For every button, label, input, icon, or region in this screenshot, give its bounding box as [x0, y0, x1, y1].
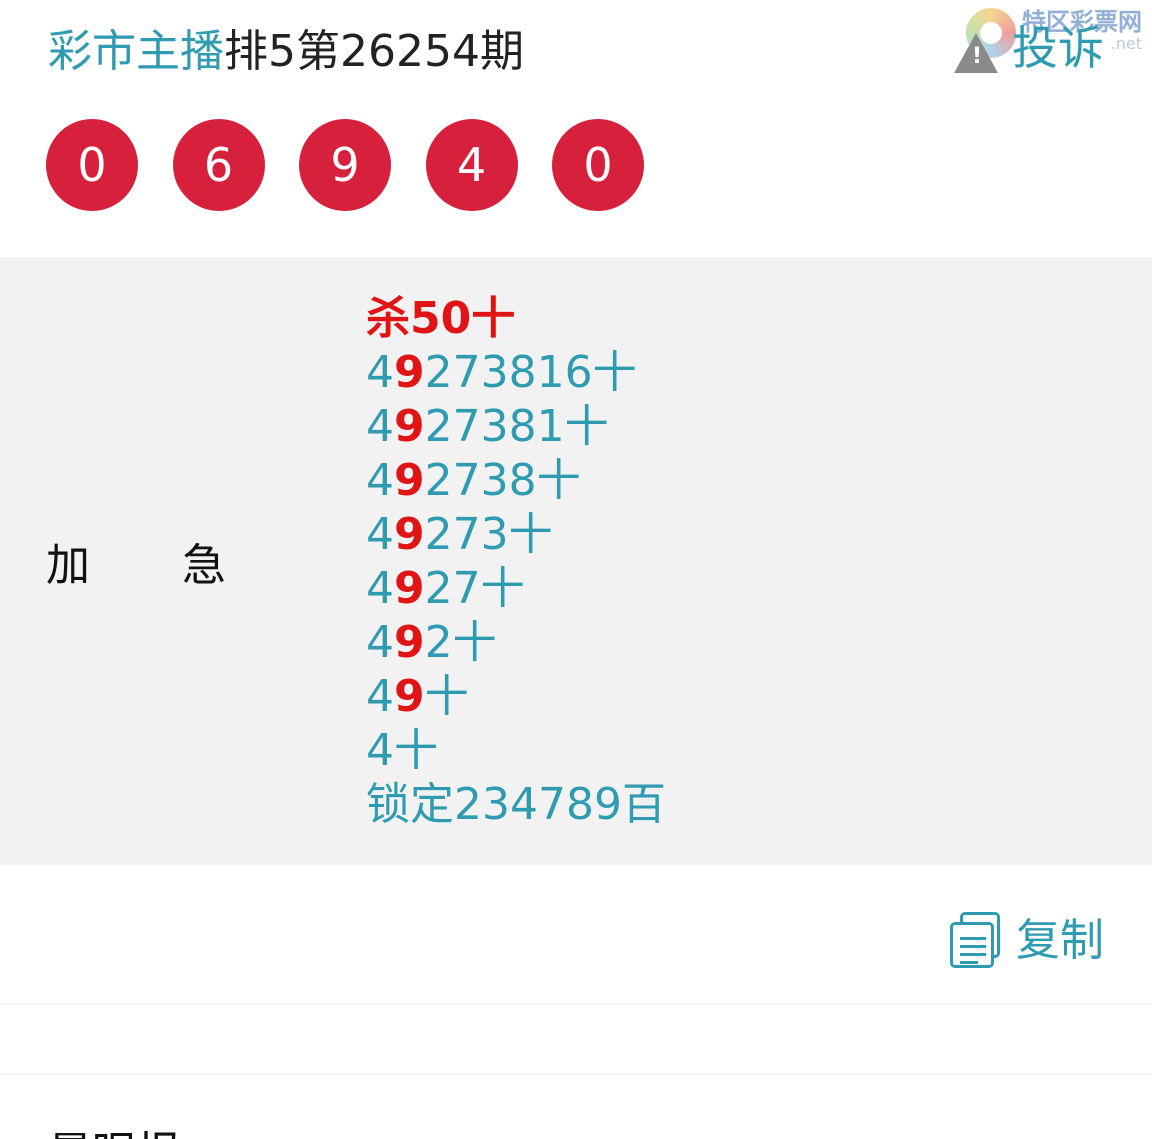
prediction-line: 49273十 [366, 508, 666, 562]
divider [0, 1003, 1152, 1005]
post-header: 彩市主播排5第26254期 [48, 22, 524, 82]
kill-line: 杀50十 [366, 293, 516, 344]
result-ball: 9 [299, 119, 391, 211]
line-rest: 273十 [424, 509, 553, 560]
prediction-line: 492738十 [366, 454, 666, 508]
prediction-line: 49十 [366, 670, 666, 724]
prediction-line: 492十 [366, 616, 666, 670]
line-digit: 4 [366, 401, 394, 452]
warning-glyph: ! [972, 44, 983, 69]
issue-title: 排5第26254期 [224, 26, 524, 77]
line-digit: 4 [366, 509, 394, 560]
line-rest: 27十 [424, 563, 525, 614]
line-digit: 4 [366, 455, 394, 506]
line-digit: 4 [366, 563, 394, 614]
line-highlight: 9 [394, 347, 425, 398]
prediction-line: 4927381十 [366, 400, 666, 454]
next-section-title: 晨眠报 [48, 1124, 180, 1139]
panel-label: 加 急 [46, 257, 226, 865]
prediction-line: 49273816十 [366, 346, 666, 400]
line-rest: 273816十 [424, 347, 637, 398]
line-digit: 4 [366, 671, 394, 722]
result-ball: 0 [552, 119, 644, 211]
result-ball: 4 [425, 119, 518, 211]
line-digit: 4 [366, 617, 394, 668]
complaint-label: 投诉 [1012, 21, 1104, 75]
lock-line: 锁定234789百 [366, 779, 666, 830]
result-ball: 6 [172, 119, 265, 211]
line-rest: 十 [424, 671, 469, 722]
prediction-lines: 杀50十 49273816十 4927381十 492738十 49273十 4… [366, 292, 666, 832]
complaint-button[interactable]: ! 投诉 [954, 18, 1104, 78]
line-rest: 27381十 [424, 401, 609, 452]
line-highlight: 9 [394, 401, 425, 452]
line-rest: 2十 [424, 617, 497, 668]
copy-label: 复制 [1016, 915, 1104, 966]
copy-button[interactable]: 复制 [950, 912, 1104, 970]
line-rest: 2738十 [424, 455, 581, 506]
prediction-panel: 加 急 杀50十 49273816十 4927381十 492738十 4927… [0, 257, 1152, 865]
author-name[interactable]: 彩市主播 [48, 26, 224, 77]
line-digit: 4 [366, 347, 394, 398]
divider [0, 1073, 1152, 1075]
warning-icon: ! [954, 33, 998, 73]
label-char: 加 [46, 540, 90, 591]
copy-icon-front [950, 922, 994, 968]
prediction-line: 4927十 [366, 562, 666, 616]
line-highlight: 9 [394, 563, 425, 614]
line-highlight: 9 [394, 617, 425, 668]
result-ball: 0 [46, 119, 138, 211]
page: 彩市主播排5第26254期 特区彩票网 .net ! 投诉 0 6 9 4 0 … [0, 0, 1152, 1139]
copy-icon [950, 912, 1004, 970]
result-balls: 0 6 9 4 0 [46, 119, 679, 211]
label-char: 急 [182, 540, 226, 591]
line-highlight: 9 [394, 455, 425, 506]
line-highlight: 9 [394, 671, 425, 722]
line-highlight: 9 [394, 509, 425, 560]
single-line: 4十 [366, 725, 438, 776]
